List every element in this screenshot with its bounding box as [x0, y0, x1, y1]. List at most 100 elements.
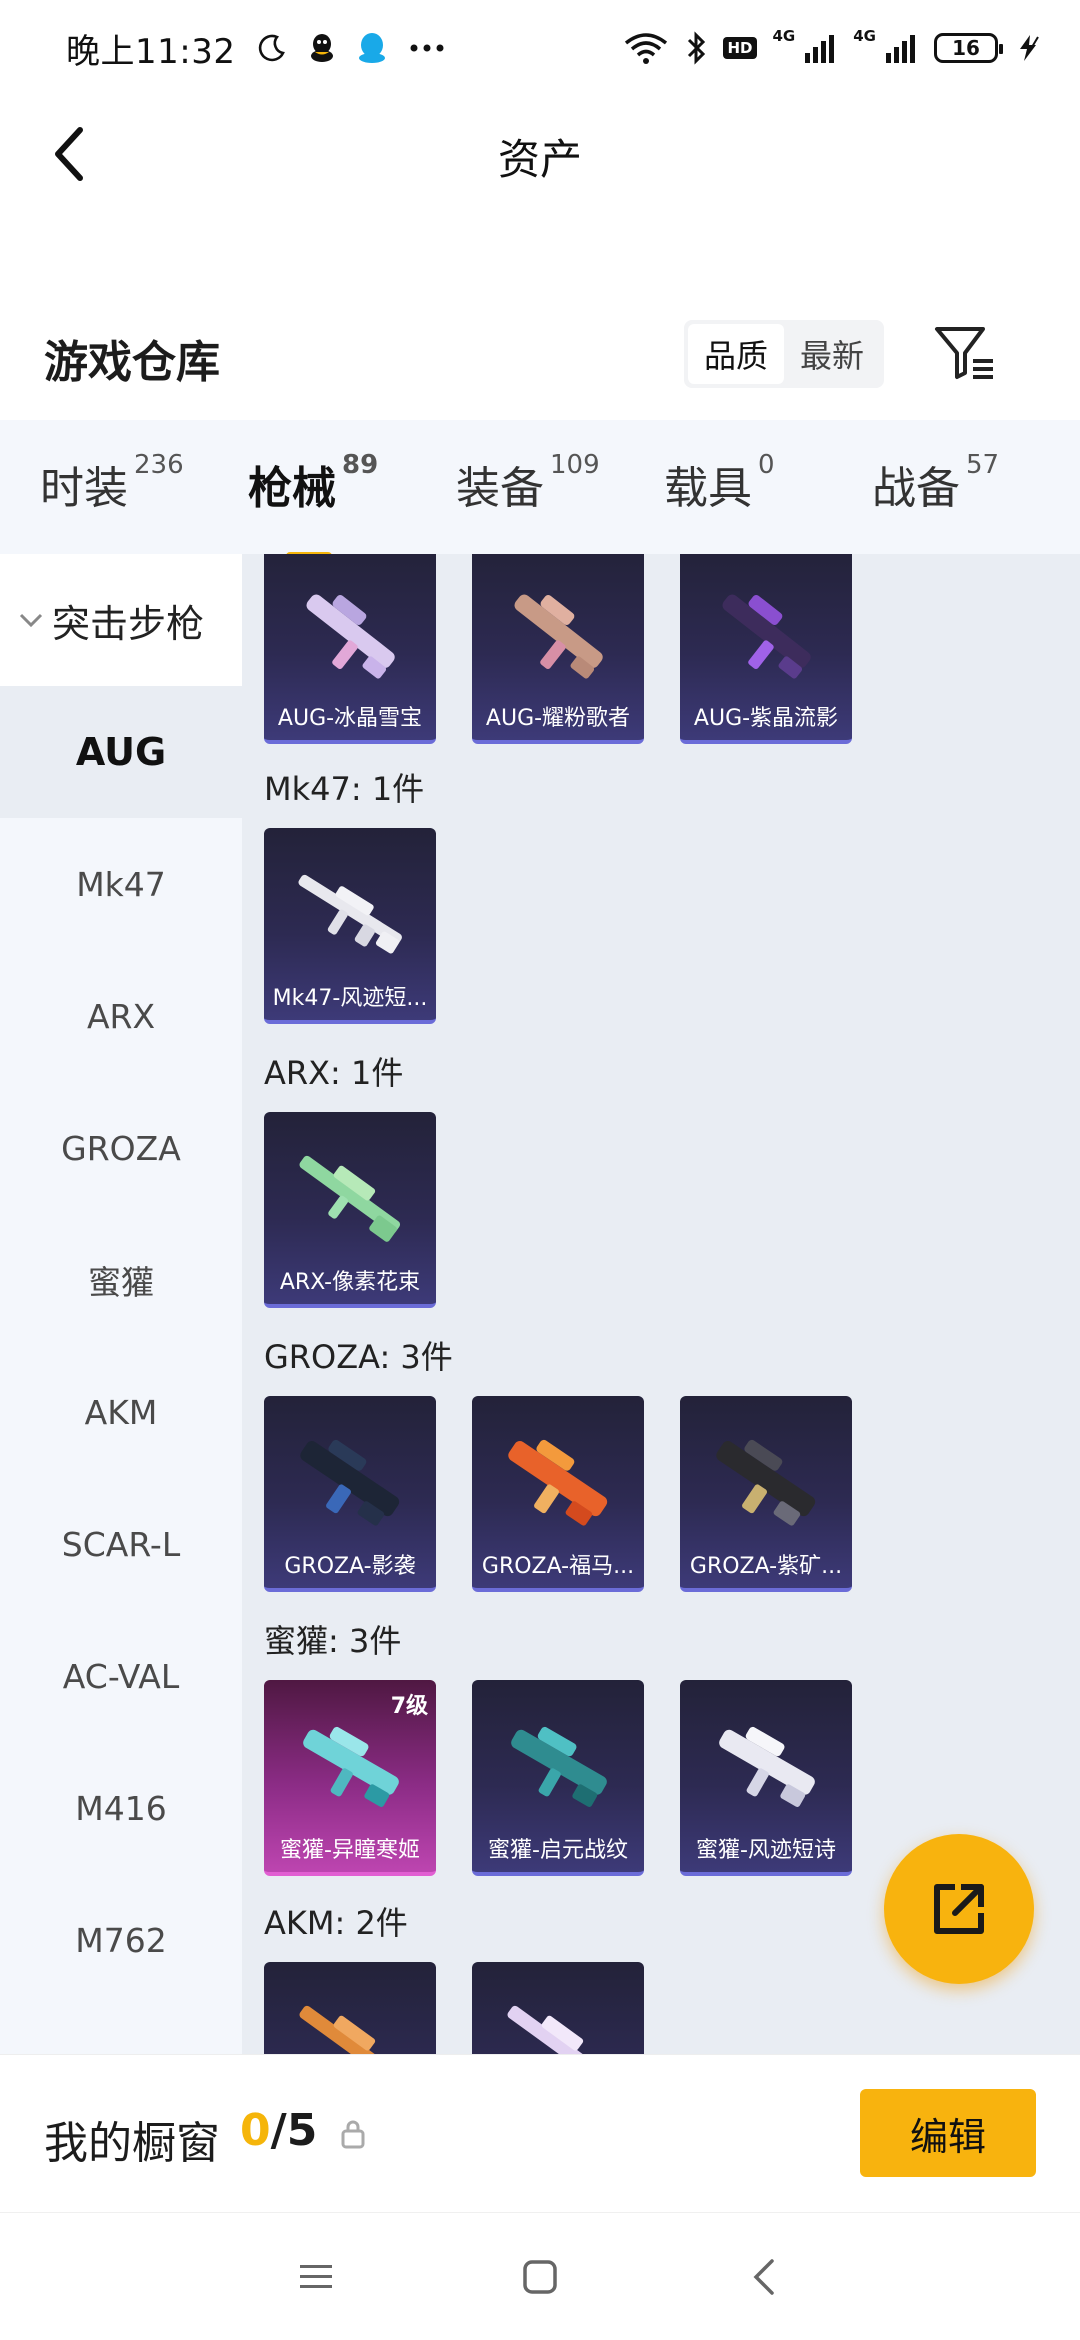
weapon-card-name: GROZA-影袭 — [284, 1554, 416, 1579]
weapon-card-name: GROZA-福马... — [481, 1554, 635, 1579]
signal2-label: 4G — [853, 27, 876, 45]
warehouse-title: 游戏仓库 — [44, 337, 220, 388]
weapon-card[interactable]: 蜜獾-启元战纹 — [472, 1680, 644, 1876]
sidebar-item-akm[interactable]: AKM — [0, 1346, 242, 1478]
sidebar-item-ac-val[interactable]: AC-VAL — [0, 1610, 242, 1742]
gun-skin-icon — [299, 2005, 401, 2054]
weapon-card[interactable]: GROZA-福马... — [472, 1396, 644, 1592]
system-nav-bar — [0, 2212, 1080, 2340]
tab-count: 109 — [550, 450, 600, 480]
gun-skin-icon — [299, 1155, 401, 1242]
showcase-count: 0/5 — [240, 2105, 317, 2156]
status-time: 晚上11:32 — [66, 31, 236, 72]
sidebar-item-mk47[interactable]: Mk47 — [0, 818, 242, 950]
weapon-card-name: AUG-冰晶雪宝 — [277, 706, 423, 731]
sidebar-item-arx[interactable]: ARX — [0, 950, 242, 1082]
header: 资产 — [0, 96, 1080, 212]
gun-skin-icon — [511, 1726, 607, 1807]
sidebar-item-aug[interactable]: AUG — [0, 686, 242, 818]
category-tabs: 时装 236 枪械 89 装备 109 载具 0 战备 57 — [0, 420, 1080, 560]
weapon-sidebar: 突击步枪 AUG Mk47 ARX GROZA 蜜獾 AKM SCAR-L AC… — [0, 554, 242, 2054]
weapon-card[interactable]: AUG-紫晶流影 — [680, 554, 852, 744]
tab-label: 载具 — [664, 463, 752, 514]
group-label-arx: ARX: 1件 — [264, 1054, 404, 1092]
weapon-card[interactable]: AUG-耀粉歌者 — [472, 554, 644, 744]
group-label-groza: GROZA: 3件 — [264, 1338, 453, 1376]
share-fab-button[interactable] — [884, 1834, 1034, 1984]
tab-count: 57 — [966, 450, 1000, 480]
weapon-card-name: AUG-紫晶流影 — [693, 706, 839, 731]
tab-firearms[interactable]: 枪械 89 — [248, 450, 456, 560]
tab-count: 236 — [134, 450, 184, 480]
weapon-card-name: ARX-像素花束 — [279, 1270, 421, 1295]
weapon-content: AUG-冰晶雪宝 AUG-耀粉歌者 AUG-紫晶流影 Mk47: 1件 Mk47… — [242, 554, 1080, 2054]
gun-skin-icon — [508, 1439, 608, 1526]
gun-skin-icon — [300, 1439, 400, 1526]
charging-icon — [1020, 35, 1039, 61]
sidebar-group-assault-rifles[interactable]: 突击步枪 — [0, 554, 242, 686]
nav-home-button[interactable] — [516, 2253, 564, 2301]
tab-label: 战备 — [872, 463, 960, 514]
showcase-bar: 我的橱窗 0/5 编辑 — [0, 2054, 1080, 2212]
status-right-icons: HD 4G 4G 16 — [623, 27, 1044, 65]
showcase-title: 我的橱窗 — [44, 2118, 220, 2169]
sidebar-item-groza[interactable]: GROZA — [0, 1082, 242, 1214]
weapon-card[interactable]: GROZA-影袭 — [264, 1396, 436, 1592]
gun-skin-icon — [306, 594, 395, 679]
sidebar-item-m762[interactable]: M762 — [0, 1874, 242, 2006]
wifi-icon — [625, 33, 668, 64]
sidebar-item-honey-badger[interactable]: 蜜獾 — [0, 1214, 242, 1346]
weapon-card-name: Mk47-风迹短... — [272, 986, 428, 1011]
weapon-card[interactable]: ARX-像素花束 — [264, 1112, 436, 1308]
battery-icon: 16 — [934, 33, 1003, 63]
weapon-card[interactable]: AUG-冰晶雪宝 — [264, 554, 436, 744]
sidebar-item-m416[interactable]: M416 — [0, 1742, 242, 1874]
page-title: 资产 — [497, 135, 582, 184]
weapon-card-name: 蜜獾-异瞳寒姬 — [280, 1838, 420, 1863]
weapon-card-name: GROZA-紫矿... — [689, 1554, 843, 1579]
tab-label: 枪械 — [248, 463, 336, 514]
nav-back-button[interactable] — [740, 2253, 788, 2301]
weapon-card-name: 蜜獾-启元战纹 — [488, 1838, 628, 1863]
qq-blue-icon — [359, 33, 386, 63]
tab-count: 89 — [342, 450, 379, 480]
hd-badge: HD — [723, 37, 757, 59]
battery-level: 16 — [952, 36, 980, 60]
lock-icon — [341, 2120, 365, 2149]
tab-count: 0 — [758, 450, 775, 480]
sidebar-item-scar-l[interactable]: SCAR-L — [0, 1478, 242, 1610]
chevron-down-icon — [19, 613, 43, 628]
status-bar: 晚上11:32 HD 4G 4G 16 — [0, 0, 1080, 96]
edit-button[interactable]: 编辑 — [860, 2089, 1036, 2177]
nav-menu-button[interactable] — [292, 2253, 340, 2301]
tab-label: 装备 — [456, 463, 544, 514]
gun-skin-icon — [716, 1439, 816, 1526]
signal-1-icon — [805, 35, 835, 63]
sidebar-group-label: 突击步枪 — [52, 601, 205, 646]
gun-skin-icon — [719, 1726, 815, 1807]
weapon-card[interactable] — [264, 1962, 436, 2054]
weapon-card-name: 蜜獾-风迹短诗 — [696, 1838, 836, 1863]
filter-button[interactable] — [930, 318, 1000, 388]
bluetooth-icon — [688, 31, 706, 65]
weapon-card[interactable] — [472, 1962, 644, 2054]
weapon-card[interactable]: GROZA-紫矿... — [680, 1396, 852, 1592]
tab-supplies[interactable]: 战备 57 — [872, 450, 1080, 522]
gun-skin-icon — [303, 1726, 399, 1807]
sort-latest-option[interactable]: 最新 — [784, 324, 880, 384]
gun-skin-icon — [298, 874, 402, 954]
moon-icon — [259, 34, 286, 62]
gun-skin-icon — [507, 2005, 609, 2054]
tab-equipment[interactable]: 装备 109 — [456, 450, 664, 522]
weapon-card[interactable]: Mk47-风迹短... — [264, 828, 436, 1024]
sort-quality-option[interactable]: 品质 — [688, 324, 784, 384]
menu-icon — [300, 2265, 332, 2288]
status-left-icons — [257, 32, 445, 64]
weapon-card[interactable]: 蜜獾-风迹短诗 — [680, 1680, 852, 1876]
weapon-card[interactable]: 7级 蜜獾-异瞳寒姬 — [264, 1680, 436, 1876]
tab-vehicles[interactable]: 载具 0 — [664, 450, 872, 522]
group-label-honey-badger: 蜜獾: 3件 — [264, 1622, 402, 1660]
weapon-card-name: AUG-耀粉歌者 — [485, 706, 631, 731]
qq-icon — [311, 34, 334, 62]
tab-fashion[interactable]: 时装 236 — [40, 450, 248, 522]
